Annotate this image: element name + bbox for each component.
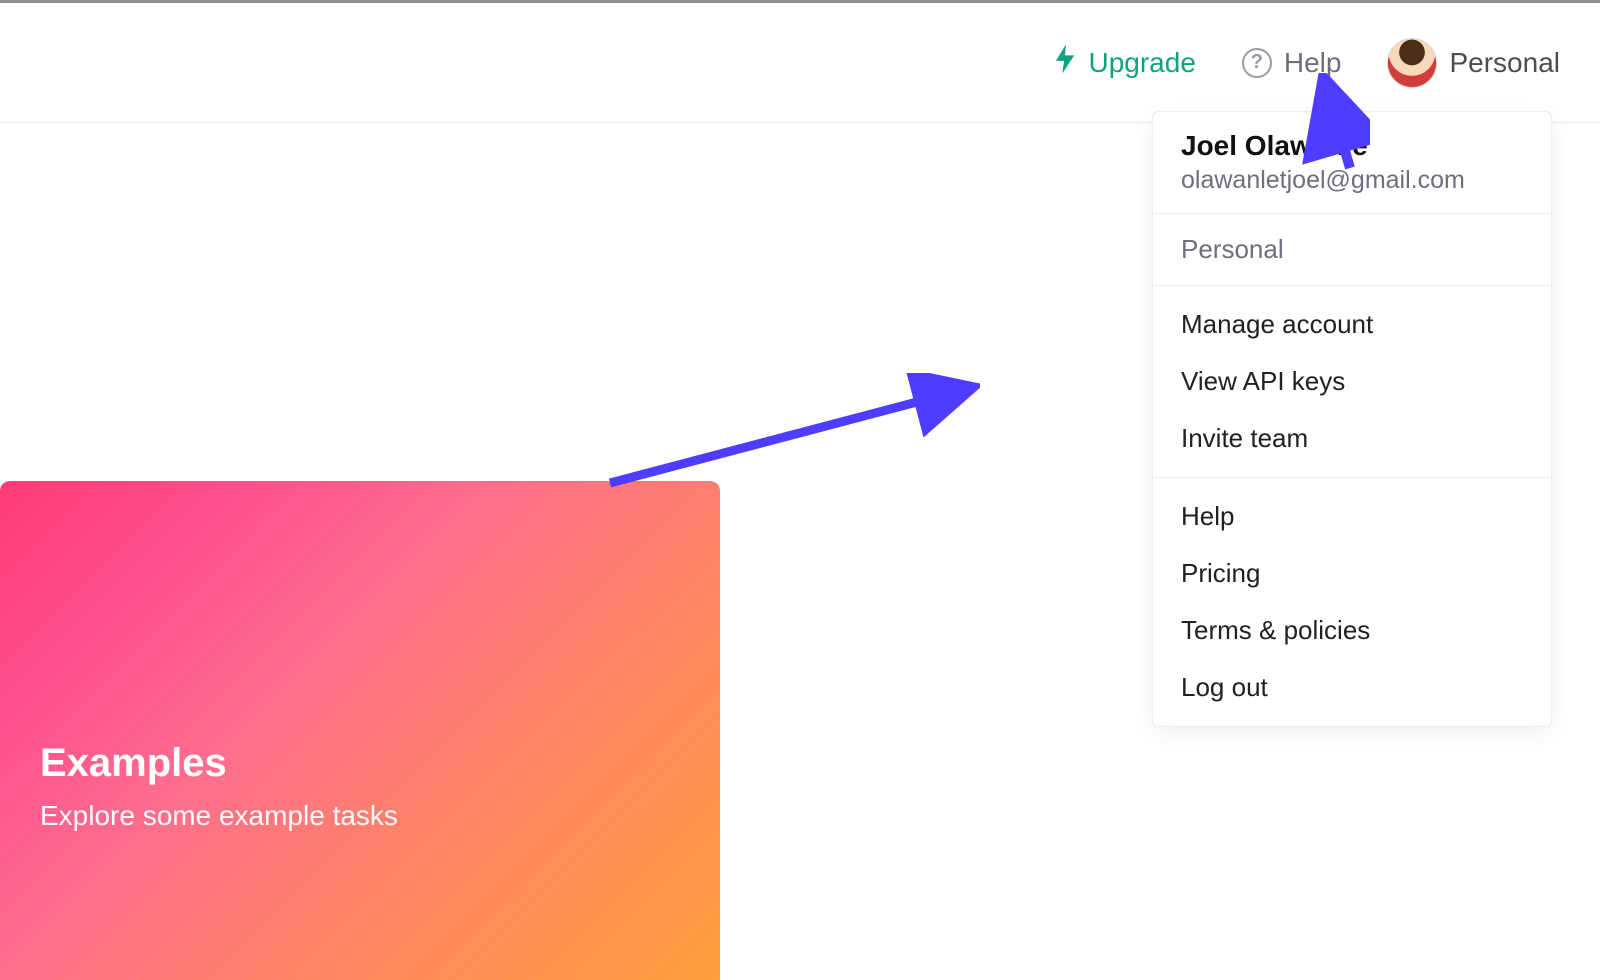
help-button[interactable]: ? Help bbox=[1242, 47, 1342, 79]
upgrade-label: Upgrade bbox=[1088, 47, 1195, 79]
account-menu-trigger[interactable]: Personal bbox=[1387, 38, 1560, 88]
help-label: Help bbox=[1284, 47, 1342, 79]
avatar bbox=[1387, 38, 1437, 88]
menu-item-manage-account[interactable]: Manage account bbox=[1153, 296, 1551, 353]
menu-item-invite-team[interactable]: Invite team bbox=[1153, 410, 1551, 467]
card-subtitle: Explore some example tasks bbox=[40, 800, 680, 832]
annotation-arrow-icon bbox=[600, 373, 980, 493]
menu-item-logout[interactable]: Log out bbox=[1153, 659, 1551, 716]
account-label: Personal bbox=[1449, 47, 1560, 79]
account-dropdown: Joel Olawanle olawanletjoel@gmail.com Pe… bbox=[1152, 111, 1552, 727]
card-title: Examples bbox=[40, 741, 680, 786]
menu-item-terms[interactable]: Terms & policies bbox=[1153, 602, 1551, 659]
upgrade-button[interactable]: Upgrade bbox=[1054, 44, 1195, 81]
menu-item-view-api-keys[interactable]: View API keys bbox=[1153, 353, 1551, 410]
menu-item-help[interactable]: Help bbox=[1153, 488, 1551, 545]
menu-item-pricing[interactable]: Pricing bbox=[1153, 545, 1551, 602]
menu-user-email: olawanletjoel@gmail.com bbox=[1181, 166, 1523, 195]
menu-group-account: Manage account View API keys Invite team bbox=[1153, 286, 1551, 477]
menu-workspace[interactable]: Personal bbox=[1153, 214, 1551, 285]
menu-user-block: Joel Olawanle olawanletjoel@gmail.com bbox=[1153, 112, 1551, 213]
menu-group-misc: Help Pricing Terms & policies Log out bbox=[1153, 478, 1551, 726]
top-header: Upgrade ? Help Personal bbox=[0, 3, 1600, 123]
examples-card[interactable]: Examples Explore some example tasks bbox=[0, 481, 720, 980]
lightning-icon bbox=[1054, 44, 1076, 81]
help-icon: ? bbox=[1242, 48, 1272, 78]
menu-user-name: Joel Olawanle bbox=[1181, 130, 1523, 162]
